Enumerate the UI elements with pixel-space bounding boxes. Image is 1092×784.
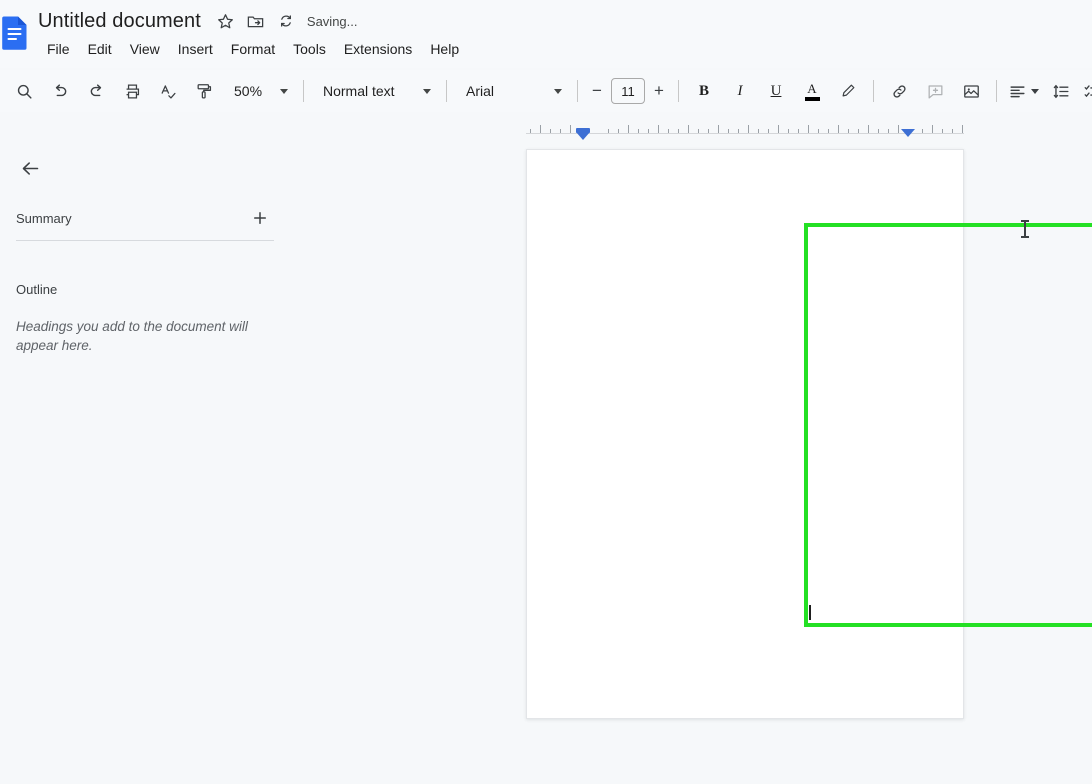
- chevron-down-icon: [280, 88, 288, 94]
- menu-item-insert[interactable]: Insert: [169, 38, 222, 60]
- toolbar-divider: [577, 80, 578, 102]
- ruler-baseline: [526, 133, 964, 134]
- insert-image-icon[interactable]: [956, 76, 986, 106]
- save-status: Saving...: [306, 13, 358, 29]
- document-page[interactable]: [526, 149, 1092, 719]
- search-icon[interactable]: [9, 76, 39, 106]
- outline-empty-hint: Headings you add to the document will ap…: [16, 319, 248, 353]
- summary-label: Summary: [16, 210, 72, 226]
- page-title[interactable]: Untitled document: [38, 10, 213, 33]
- text-insertion-caret: [809, 605, 811, 620]
- bold-button[interactable]: B: [689, 76, 719, 106]
- text-ibeam-cursor: [1021, 220, 1029, 238]
- chevron-down-icon: [423, 88, 431, 94]
- menu-item-view[interactable]: View: [121, 38, 169, 60]
- print-icon[interactable]: [117, 76, 147, 106]
- font-size-increase-button[interactable]: +: [647, 78, 671, 104]
- zoom-level-label: 50%: [234, 83, 263, 99]
- checklist-button[interactable]: [1079, 78, 1092, 105]
- document-ruler[interactable]: [526, 120, 964, 140]
- redo-icon[interactable]: [81, 76, 111, 106]
- menu-item-format[interactable]: Format: [222, 38, 284, 60]
- formatting-toolbar: 50% Normal text Arial − 11 + B I U A: [0, 70, 1092, 112]
- sync-saving-icon[interactable]: [273, 8, 299, 34]
- menu-item-extensions[interactable]: Extensions: [335, 38, 421, 60]
- menu-item-help[interactable]: Help: [421, 38, 468, 60]
- font-family-label: Arial: [466, 83, 495, 99]
- toolbar-divider: [446, 80, 447, 102]
- outline-label: Outline: [16, 282, 58, 297]
- paragraph-style-label: Normal text: [323, 83, 395, 99]
- paint-format-icon[interactable]: [189, 76, 219, 106]
- align-left-icon: [1008, 82, 1027, 101]
- align-left-button[interactable]: [1004, 78, 1043, 105]
- text-color-button[interactable]: A: [797, 76, 827, 106]
- right-indent-marker[interactable]: [901, 129, 915, 137]
- document-canvas[interactable]: [300, 140, 1092, 784]
- toolbar-divider: [303, 80, 304, 102]
- left-indent-marker[interactable]: [576, 128, 590, 140]
- underline-button[interactable]: U: [761, 76, 791, 106]
- underline-label: U: [770, 82, 782, 99]
- menu-item-file[interactable]: File: [38, 38, 79, 60]
- undo-icon[interactable]: [45, 76, 75, 106]
- menu-bar: File Edit View Insert Format Tools Exten…: [38, 38, 468, 60]
- toolbar-divider: [873, 80, 874, 102]
- text-color-swatch: [804, 96, 820, 101]
- toolbar-divider: [678, 80, 679, 102]
- chevron-down-icon: [554, 88, 562, 94]
- italic-button[interactable]: I: [725, 76, 755, 106]
- toolbar-divider: [996, 80, 997, 102]
- text-color-label: A: [807, 80, 817, 96]
- spellcheck-icon[interactable]: [153, 76, 183, 106]
- menu-item-tools[interactable]: Tools: [284, 38, 335, 60]
- document-title-row: Untitled document Saving...: [38, 8, 358, 34]
- app-header: Untitled document Saving... File Edit Vi…: [0, 0, 1092, 68]
- green-rectangle-annotation[interactable]: [804, 223, 1092, 627]
- checklist-icon: [1083, 82, 1092, 101]
- outline-sidebar: Summary Outline Headings you add to the …: [0, 140, 300, 784]
- google-docs-app: Untitled document Saving... File Edit Vi…: [0, 0, 1092, 784]
- add-comment-icon[interactable]: [920, 76, 950, 106]
- zoom-level-selector[interactable]: 50%: [224, 80, 296, 102]
- line-spacing-icon[interactable]: [1046, 76, 1076, 106]
- chevron-down-icon: [1031, 88, 1039, 94]
- font-size-input[interactable]: 11: [611, 78, 645, 104]
- bold-label: B: [698, 82, 709, 99]
- star-icon[interactable]: [213, 8, 239, 34]
- summary-section-header: Summary: [16, 204, 274, 232]
- menu-item-edit[interactable]: Edit: [79, 38, 121, 60]
- insert-link-icon[interactable]: [884, 76, 914, 106]
- font-size-stepper: − 11 +: [585, 78, 671, 104]
- move-to-folder-icon[interactable]: [243, 8, 269, 34]
- font-family-selector[interactable]: Arial: [454, 79, 570, 103]
- sidebar-divider: [16, 240, 274, 241]
- back-arrow-icon[interactable]: [14, 152, 46, 184]
- font-size-decrease-button[interactable]: −: [585, 78, 609, 104]
- italic-label: I: [737, 82, 743, 99]
- text-color-icon: A: [804, 80, 820, 101]
- highlight-pen-icon[interactable]: [833, 76, 863, 106]
- docs-logo-icon[interactable]: [2, 15, 28, 51]
- paragraph-style-selector[interactable]: Normal text: [311, 79, 439, 103]
- add-summary-icon[interactable]: [246, 204, 274, 232]
